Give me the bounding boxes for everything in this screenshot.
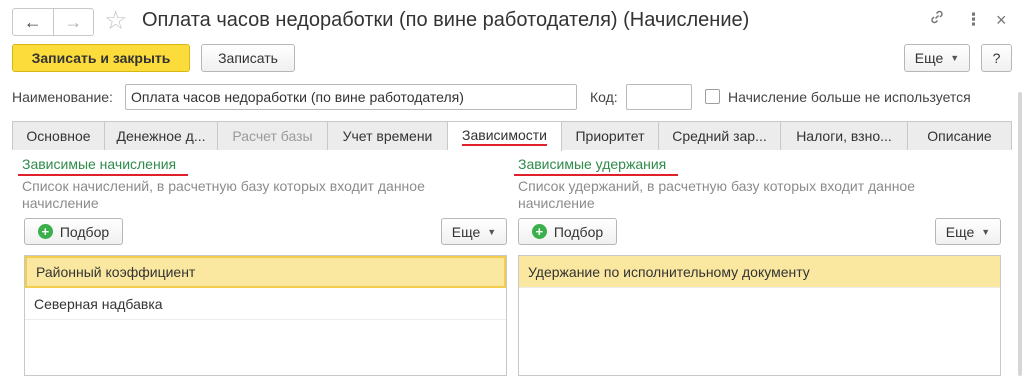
list-item-label: Районный коэффициент (36, 264, 196, 280)
save-label: Записать (218, 50, 278, 66)
tab-bar: Основное Денежное д... Расчет базы Учет … (12, 121, 1012, 151)
help-button[interactable]: ? (981, 44, 1012, 72)
dependent-deductions-hint: Список удержаний, в расчетную базу котор… (518, 178, 915, 211)
caret-down-icon: ▼ (487, 226, 497, 237)
dependent-accruals-list: Районный коэффициент Северная надбавка (24, 255, 507, 376)
add-icon: + (531, 224, 547, 239)
dependent-accruals-title[interactable]: Зависимые начисления (22, 156, 176, 172)
code-label: Код: (590, 89, 618, 105)
tab-time-accounting[interactable]: Учет времени (328, 121, 448, 150)
add-icon: + (37, 224, 53, 239)
tab-label: Средний зар... (672, 128, 767, 144)
arrow-right-icon: → (64, 11, 83, 32)
left-pick-button[interactable]: + Подбор (24, 218, 123, 245)
tab-label: Описание (927, 128, 992, 144)
link-icon-svg (931, 10, 943, 24)
right-more-button[interactable]: Еще ▼ (935, 218, 1001, 245)
caret-down-icon: ▼ (981, 226, 991, 237)
help-label: ? (992, 50, 1001, 66)
tab-main[interactable]: Основное (12, 121, 105, 150)
right-pick-button[interactable]: + Подбор (518, 218, 617, 245)
save-and-close-label: Записать и закрыть (31, 50, 171, 66)
pick-label: Подбор (59, 223, 110, 240)
favorite-star-icon[interactable]: ☆ (104, 6, 127, 34)
forward-button[interactable]: → (54, 9, 94, 35)
dependent-accruals-hint: Список начислений, в расчетную базу кото… (22, 178, 425, 211)
dependent-deductions-title[interactable]: Зависимые удержания (518, 156, 666, 172)
tab-description[interactable]: Описание (908, 121, 1012, 150)
window-scrollbar[interactable] (1018, 92, 1022, 376)
more-label: Еще (914, 50, 944, 66)
pick-label: Подбор (553, 223, 604, 240)
close-icon[interactable]: × (996, 8, 1007, 32)
window-title: Оплата часов недоработки (по вине работо… (142, 9, 750, 31)
tab-label: Зависимости (462, 127, 547, 146)
list-item[interactable]: Северная надбавка (25, 288, 506, 320)
code-input[interactable] (626, 84, 692, 110)
tab-label: Основное (26, 128, 91, 144)
tab-taxes[interactable]: Налоги, взно... (781, 121, 908, 150)
tab-priority[interactable]: Приоритет (562, 121, 659, 150)
link-icon[interactable] (928, 8, 946, 33)
dependent-deductions-list: Удержание по исполнительному документу (518, 255, 1001, 376)
list-item-label: Удержание по исполнительному документу (528, 263, 810, 280)
save-button[interactable]: Записать (201, 44, 295, 72)
unused-label: Начисление больше не используется (728, 89, 971, 105)
name-input[interactable]: Оплата часов недоработки (по вине работо… (125, 84, 577, 110)
unused-checkbox[interactable] (705, 89, 720, 104)
list-item[interactable]: Районный коэффициент (25, 256, 506, 288)
back-button[interactable]: ← (13, 9, 54, 35)
caret-down-icon: ▼ (950, 53, 960, 63)
more-vertical-icon[interactable]: ⋮ (965, 8, 982, 32)
more-label: Еще (945, 223, 975, 240)
list-item-label: Северная надбавка (34, 295, 163, 312)
more-button[interactable]: Еще ▼ (904, 44, 970, 72)
tab-base-calc[interactable]: Расчет базы (218, 121, 328, 150)
tab-label: Расчет базы (232, 128, 313, 144)
tab-label: Учет времени (342, 128, 433, 144)
tab-label: Денежное д... (116, 128, 206, 144)
list-item[interactable]: Удержание по исполнительному документу (519, 256, 1000, 288)
tab-label: Приоритет (575, 128, 645, 144)
title-underline (514, 174, 678, 176)
history-nav: ← → (12, 8, 94, 36)
tab-average-earnings[interactable]: Средний зар... (659, 121, 781, 150)
more-label: Еще (451, 223, 481, 240)
name-label: Наименование: (12, 89, 113, 105)
arrow-left-icon: ← (23, 11, 42, 32)
tab-dependencies[interactable]: Зависимости (448, 121, 562, 151)
left-more-button[interactable]: Еще ▼ (441, 218, 507, 245)
title-underline (18, 174, 188, 176)
save-and-close-button[interactable]: Записать и закрыть (12, 44, 190, 72)
tab-money[interactable]: Денежное д... (105, 121, 218, 150)
tab-label: Налоги, взно... (796, 128, 892, 144)
